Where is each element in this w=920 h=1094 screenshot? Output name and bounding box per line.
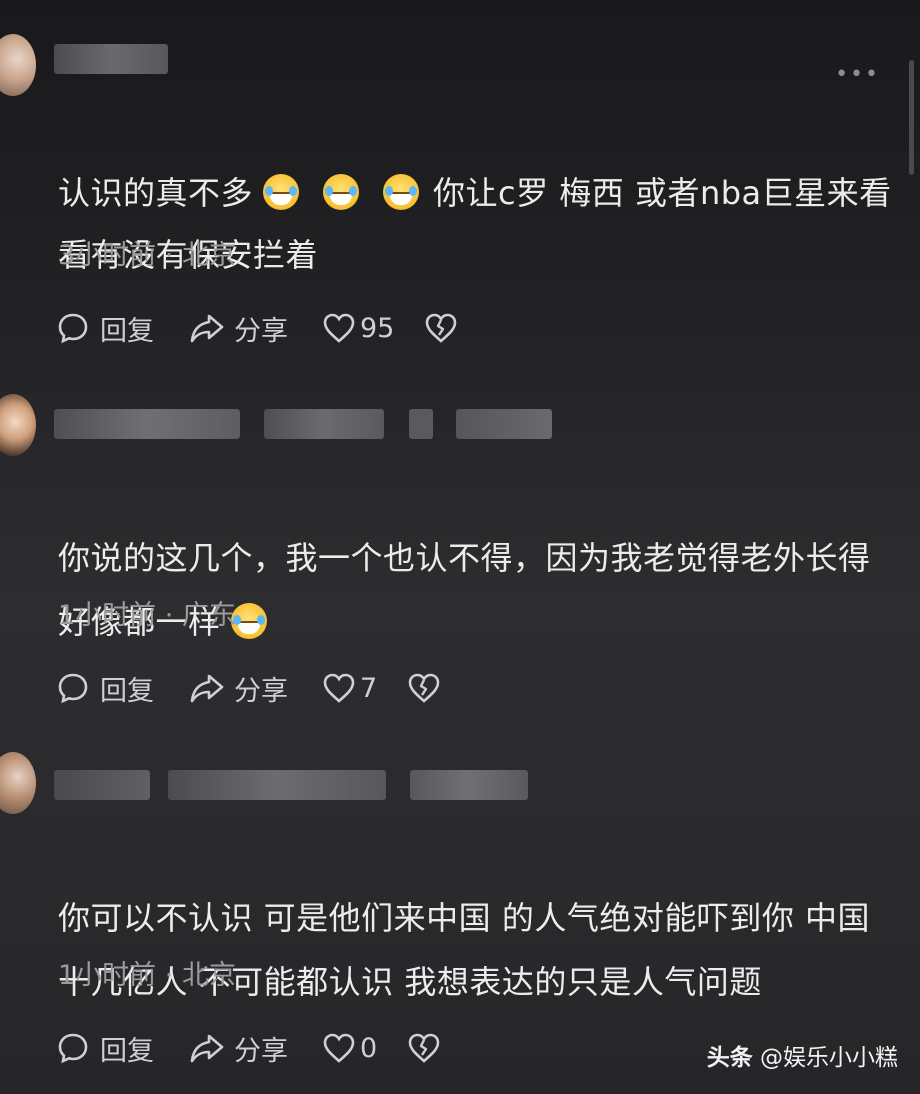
username-blurred[interactable] (168, 770, 386, 800)
share-label: 分享 (234, 315, 288, 347)
reply-label: 回复 (100, 1035, 154, 1067)
heart-icon (322, 1032, 356, 1064)
comment-time: 1小时前 (58, 600, 157, 631)
comment-location: 北京 (181, 960, 236, 991)
like-button[interactable]: 7 (322, 672, 377, 704)
avatar[interactable] (0, 752, 36, 814)
username-blurred[interactable] (264, 409, 384, 439)
dislike-button[interactable] (407, 672, 441, 704)
reply-icon (56, 311, 90, 345)
comment-time: 3小时前 (58, 240, 157, 271)
username-blurred[interactable] (54, 409, 240, 439)
comment-time: 1小时前 (58, 960, 157, 991)
share-icon (188, 671, 226, 705)
share-button[interactable]: 分享 (188, 1029, 288, 1068)
grinning-sweat-emoji (383, 174, 420, 210)
watermark: 头条 @娱乐小小糕 (707, 1038, 898, 1072)
watermark-brand: 头条 (706, 1045, 753, 1071)
comment-actions: 回复 分享 0 (56, 1026, 441, 1070)
share-icon (188, 311, 226, 345)
reply-label: 回复 (100, 315, 154, 347)
meta-separator: · (164, 600, 182, 631)
avatar[interactable] (0, 394, 36, 456)
share-label: 分享 (234, 675, 288, 707)
grinning-sweat-emoji (263, 174, 300, 210)
meta-separator: · (164, 240, 182, 271)
reply-button[interactable]: 回复 (56, 309, 154, 348)
comment-location: 广东 (181, 600, 236, 631)
like-count: 0 (360, 1032, 378, 1064)
username-blurred[interactable] (410, 770, 528, 800)
reply-label: 回复 (100, 675, 154, 707)
reply-icon (56, 1031, 90, 1065)
dislike-button[interactable] (407, 1032, 441, 1064)
heart-icon (322, 312, 356, 344)
broken-heart-icon (424, 312, 458, 344)
comment-location: 北京 (181, 240, 236, 271)
share-button[interactable]: 分享 (188, 669, 288, 708)
username-blurred[interactable] (456, 409, 552, 439)
heart-icon (322, 672, 356, 704)
like-button[interactable]: 95 (322, 312, 394, 344)
comment-text-start: 认识的真不多 (58, 174, 254, 212)
comment-meta: 1小时前 · 广东 (58, 593, 236, 632)
grinning-sweat-emoji (323, 174, 360, 210)
reply-icon (56, 671, 90, 705)
comment-actions: 回复 分享 95 (56, 306, 458, 350)
comment-actions: 回复 分享 7 (56, 666, 441, 710)
reply-button[interactable]: 回复 (56, 669, 154, 708)
like-count: 7 (360, 672, 378, 704)
dislike-button[interactable] (424, 312, 458, 344)
reply-button[interactable]: 回复 (56, 1029, 154, 1068)
broken-heart-icon (407, 1032, 441, 1064)
like-count: 95 (360, 312, 395, 344)
like-button[interactable]: 0 (322, 1032, 377, 1064)
share-icon (188, 1031, 226, 1065)
comment-meta: 1小时前 · 北京 (58, 953, 236, 992)
watermark-account: @娱乐小小糕 (760, 1045, 898, 1071)
share-label: 分享 (234, 1035, 288, 1067)
comment-meta: 3小时前 · 北京 (58, 233, 236, 272)
username-blurred[interactable] (54, 770, 150, 800)
username-blurred[interactable] (54, 44, 168, 74)
scrollbar[interactable] (909, 60, 914, 175)
broken-heart-icon (407, 672, 441, 704)
username-blurred[interactable] (409, 409, 433, 439)
avatar[interactable] (0, 34, 36, 96)
share-button[interactable]: 分享 (188, 309, 288, 348)
meta-separator: · (164, 960, 182, 991)
more-options-icon[interactable]: ••• (835, 62, 880, 87)
